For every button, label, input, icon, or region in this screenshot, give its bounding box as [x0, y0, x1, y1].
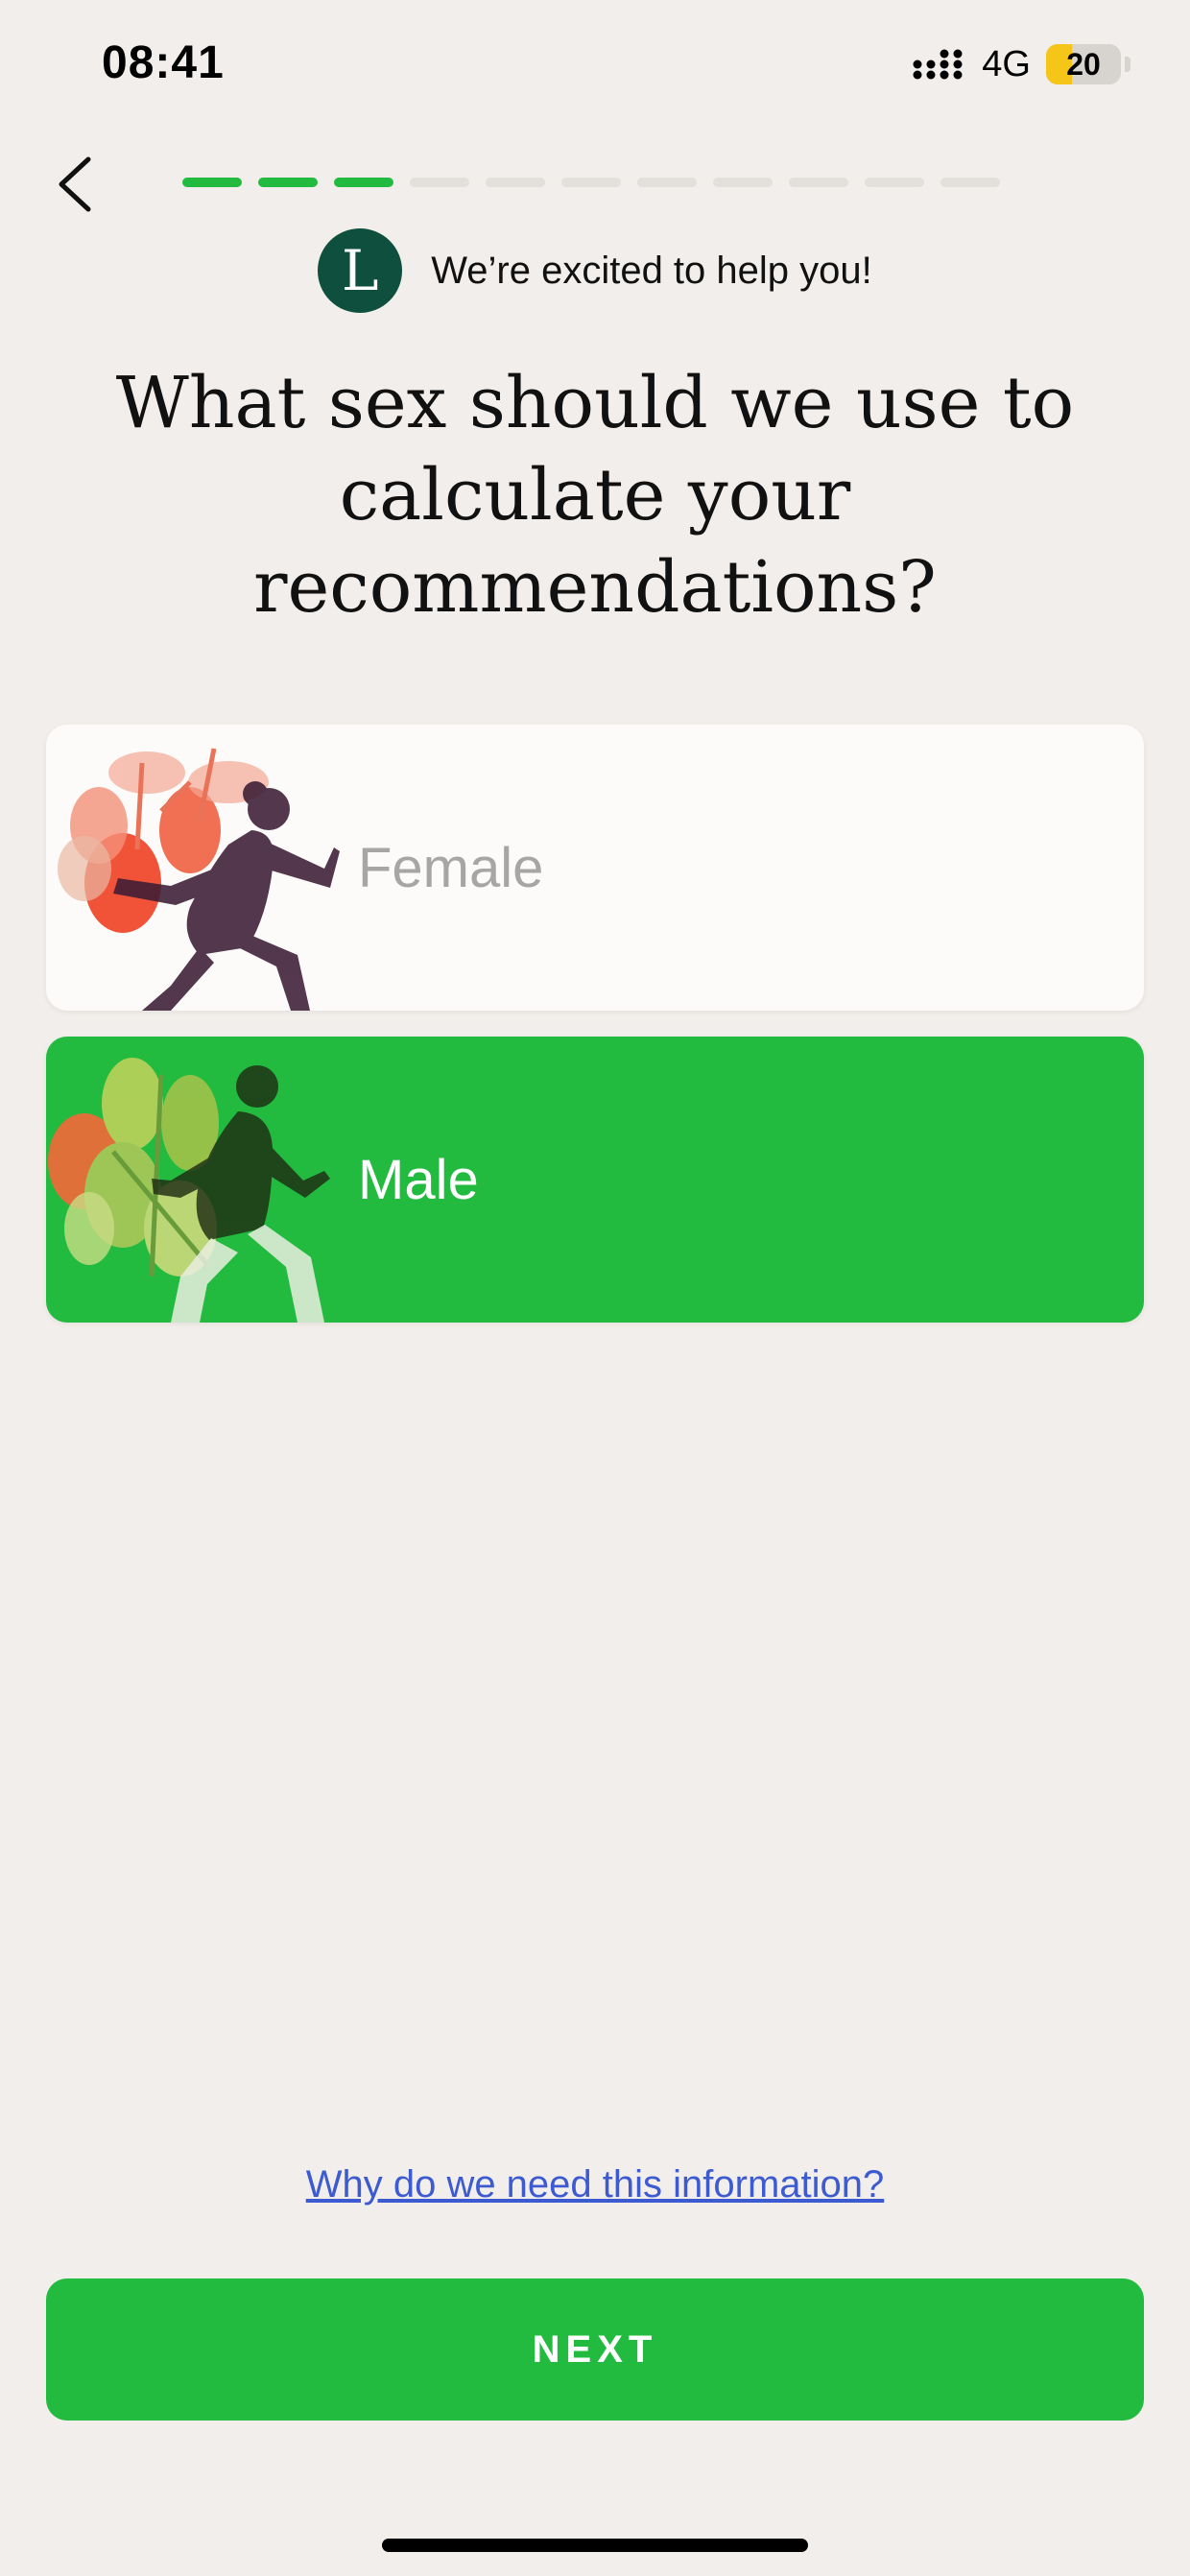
- progress-step-4: [410, 178, 469, 187]
- chevron-left-icon: [59, 156, 91, 212]
- progress-step-11: [940, 178, 1000, 187]
- progress-step-1: [182, 178, 242, 187]
- male-runner-illustration: [48, 1058, 330, 1323]
- progress-step-5: [486, 178, 545, 187]
- coach-message: L We’re excited to help you!: [0, 228, 1190, 313]
- progress-indicator: [182, 178, 1000, 187]
- brand-logo: L: [318, 228, 403, 313]
- next-button[interactable]: NEXT: [46, 2278, 1144, 2421]
- status-bar: 08:41 4G 20: [0, 0, 1190, 125]
- progress-step-10: [865, 178, 924, 187]
- battery-icon: 20: [1046, 44, 1121, 84]
- back-button[interactable]: [50, 154, 104, 215]
- status-icons: 4G 20: [913, 40, 1130, 88]
- status-time: 08:41: [102, 37, 225, 88]
- option-male[interactable]: Male: [46, 1037, 1144, 1323]
- progress-step-3: [334, 178, 393, 187]
- option-female-label: Female: [358, 836, 544, 899]
- progress-step-6: [561, 178, 621, 187]
- progress-step-7: [637, 178, 697, 187]
- signal-icon: [913, 49, 963, 80]
- battery-percentage: 20: [1066, 46, 1101, 82]
- progress-step-9: [789, 178, 848, 187]
- female-runner-illustration: [58, 748, 340, 1011]
- coach-text: We’re excited to help you!: [431, 249, 872, 292]
- network-type: 4G: [982, 43, 1031, 84]
- home-indicator[interactable]: [382, 2539, 808, 2552]
- progress-step-8: [713, 178, 773, 187]
- option-male-label: Male: [358, 1148, 479, 1211]
- question-title: What sex should we use to calculate your…: [115, 362, 1075, 629]
- progress-step-2: [258, 178, 318, 187]
- battery-cap: [1125, 57, 1130, 72]
- why-information-link[interactable]: Why do we need this information?: [0, 2163, 1190, 2206]
- option-female[interactable]: Female: [46, 725, 1144, 1011]
